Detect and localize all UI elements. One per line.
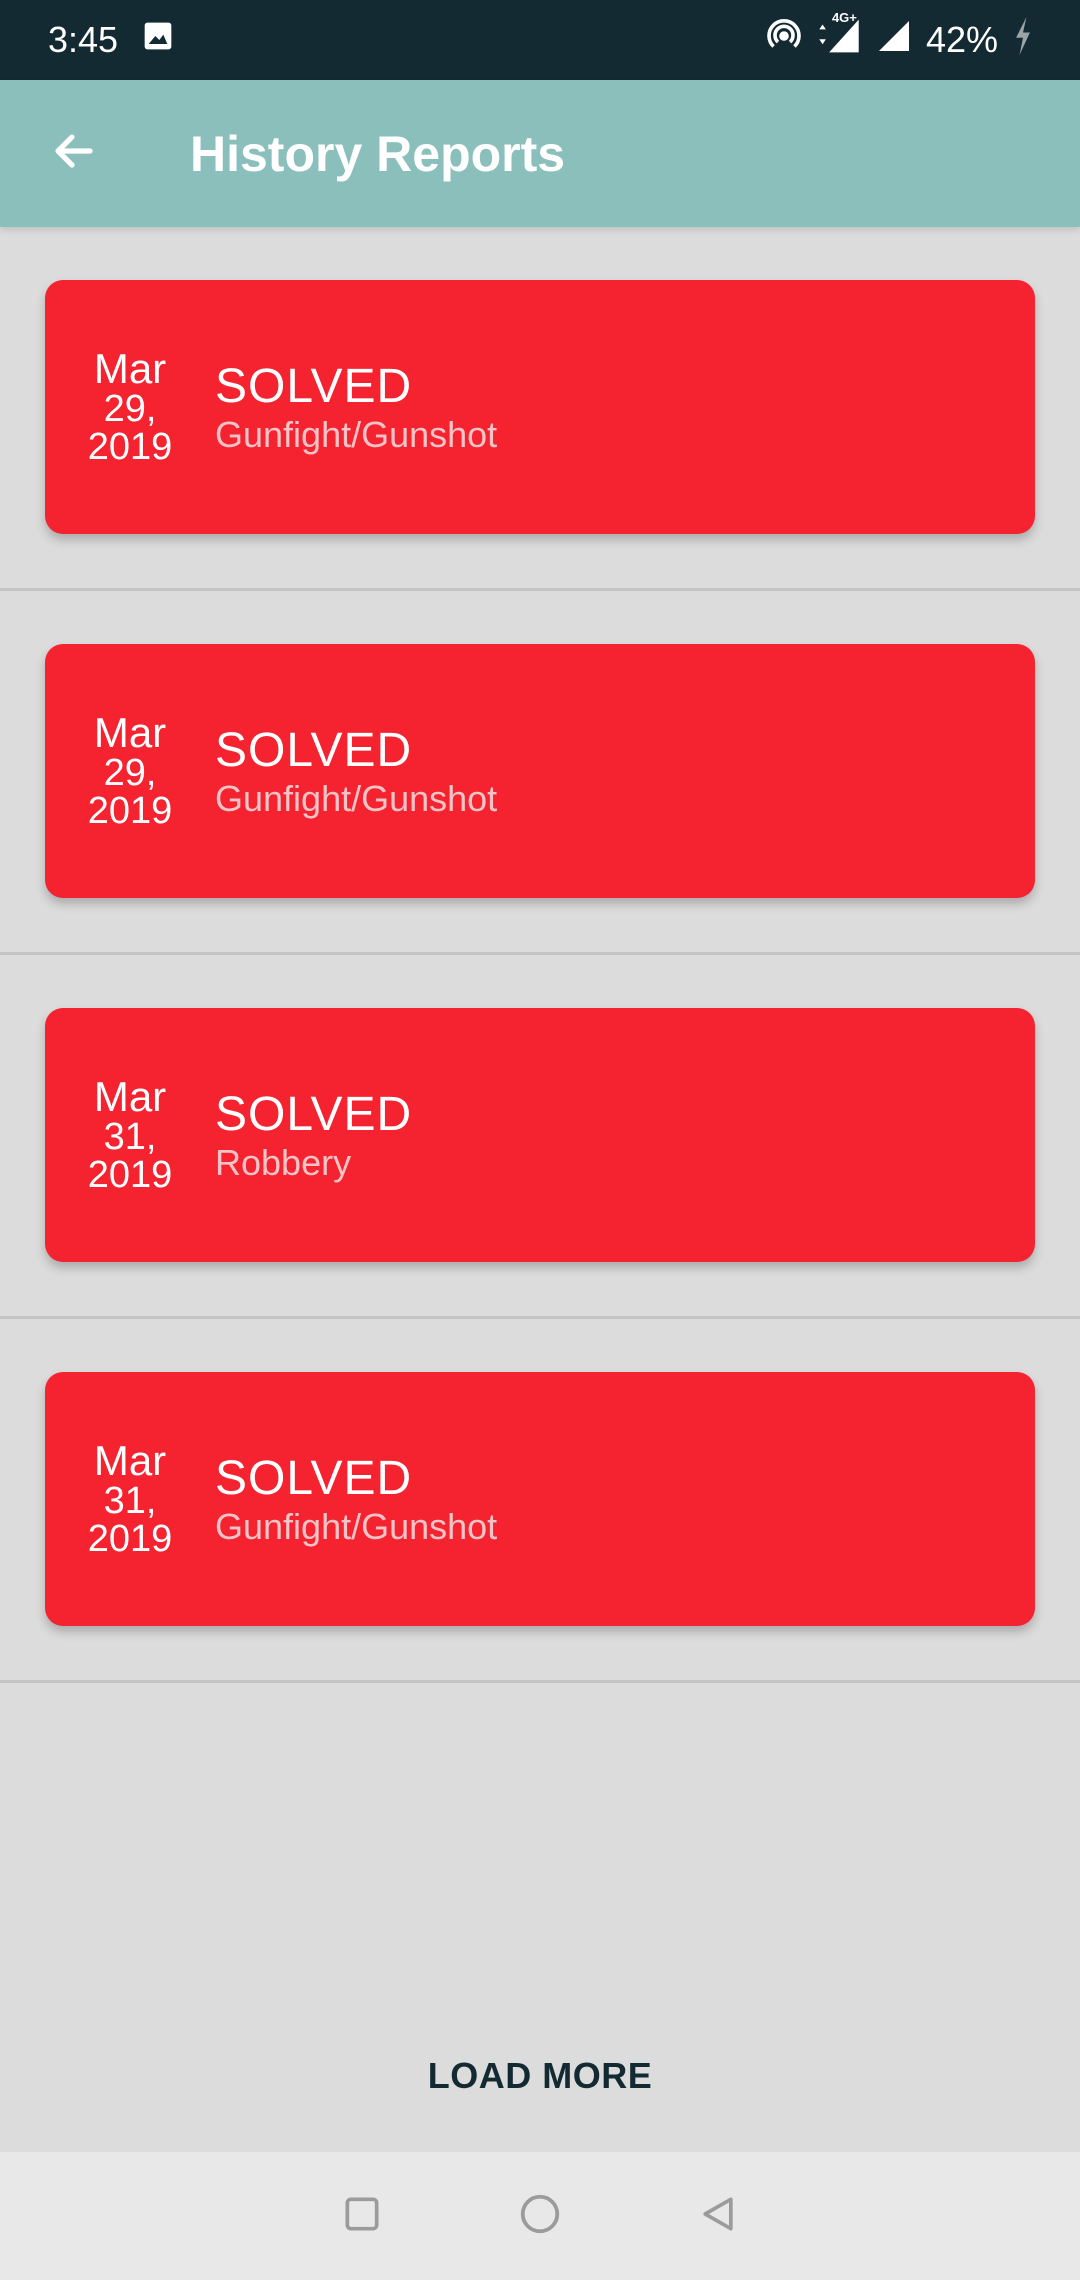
load-more-button[interactable]: LOAD MORE xyxy=(0,2055,1080,2097)
back-button[interactable] xyxy=(24,104,124,204)
report-date: Mar 31, 2019 xyxy=(45,1437,215,1560)
report-year: 2019 xyxy=(87,790,173,832)
report-status: SOLVED xyxy=(215,360,413,413)
charging-icon xyxy=(1012,16,1034,64)
report-date: Mar 31, 2019 xyxy=(45,1073,215,1196)
report-day: 31, xyxy=(103,1116,157,1158)
report-date: Mar 29, 2019 xyxy=(45,345,215,468)
toolbar: History Reports xyxy=(0,80,1080,227)
signal-icon xyxy=(876,18,912,63)
report-day: 31, xyxy=(103,1480,157,1522)
report-month: Mar xyxy=(93,345,167,392)
arrow-left-icon xyxy=(50,127,98,180)
status-bar: 3:45 4G+ 42% xyxy=(0,0,1080,80)
list-item: Mar 31, 2019 SOLVED Robbery xyxy=(0,955,1080,1319)
report-month: Mar xyxy=(93,709,167,756)
battery-level: 42% xyxy=(925,19,998,60)
report-card[interactable]: Mar 29, 2019 SOLVED Gunfight/Gunshot xyxy=(45,644,1035,898)
system-nav-bar xyxy=(0,2152,1080,2280)
list-item: Mar 29, 2019 SOLVED Gunfight/Gunshot xyxy=(0,227,1080,591)
report-category: Gunfight/Gunshot xyxy=(215,414,498,455)
report-year: 2019 xyxy=(87,1518,173,1560)
report-month: Mar xyxy=(93,1073,167,1120)
report-day: 29, xyxy=(103,752,157,794)
report-category: Robbery xyxy=(215,1142,352,1183)
report-year: 2019 xyxy=(87,1154,173,1196)
home-circle-icon xyxy=(517,2191,563,2242)
report-card[interactable]: Mar 29, 2019 SOLVED Gunfight/Gunshot xyxy=(45,280,1035,534)
report-category: Gunfight/Gunshot xyxy=(215,778,498,819)
recents-button[interactable] xyxy=(332,2186,392,2246)
report-status: SOLVED xyxy=(215,1088,413,1141)
hotspot-icon xyxy=(766,18,802,63)
report-category: Gunfight/Gunshot xyxy=(215,1506,498,1547)
list-item: Mar 31, 2019 SOLVED Gunfight/Gunshot xyxy=(0,1319,1080,1683)
report-day: 29, xyxy=(103,388,157,430)
report-status: SOLVED xyxy=(215,1452,413,1505)
report-date: Mar 29, 2019 xyxy=(45,709,215,832)
report-month: Mar xyxy=(93,1437,167,1484)
report-status: SOLVED xyxy=(215,724,413,777)
network-type: 4G+ xyxy=(831,9,857,25)
report-card[interactable]: Mar 31, 2019 SOLVED Gunfight/Gunshot xyxy=(45,1372,1035,1626)
back-triangle-icon xyxy=(696,2192,740,2241)
report-card[interactable]: Mar 31, 2019 SOLVED Robbery xyxy=(45,1008,1035,1262)
back-nav-button[interactable] xyxy=(688,2186,748,2246)
image-icon xyxy=(142,19,174,61)
home-button[interactable] xyxy=(510,2186,570,2246)
page-title: History Reports xyxy=(190,125,566,182)
list-item: Mar 29, 2019 SOLVED Gunfight/Gunshot xyxy=(0,591,1080,955)
recents-square-icon xyxy=(340,2192,384,2241)
signal-icon: 4G+ xyxy=(816,10,862,65)
report-list: Mar 29, 2019 SOLVED Gunfight/Gunshot Mar… xyxy=(0,227,1080,1683)
report-year: 2019 xyxy=(87,426,173,468)
status-time: 3:45 xyxy=(48,19,119,60)
